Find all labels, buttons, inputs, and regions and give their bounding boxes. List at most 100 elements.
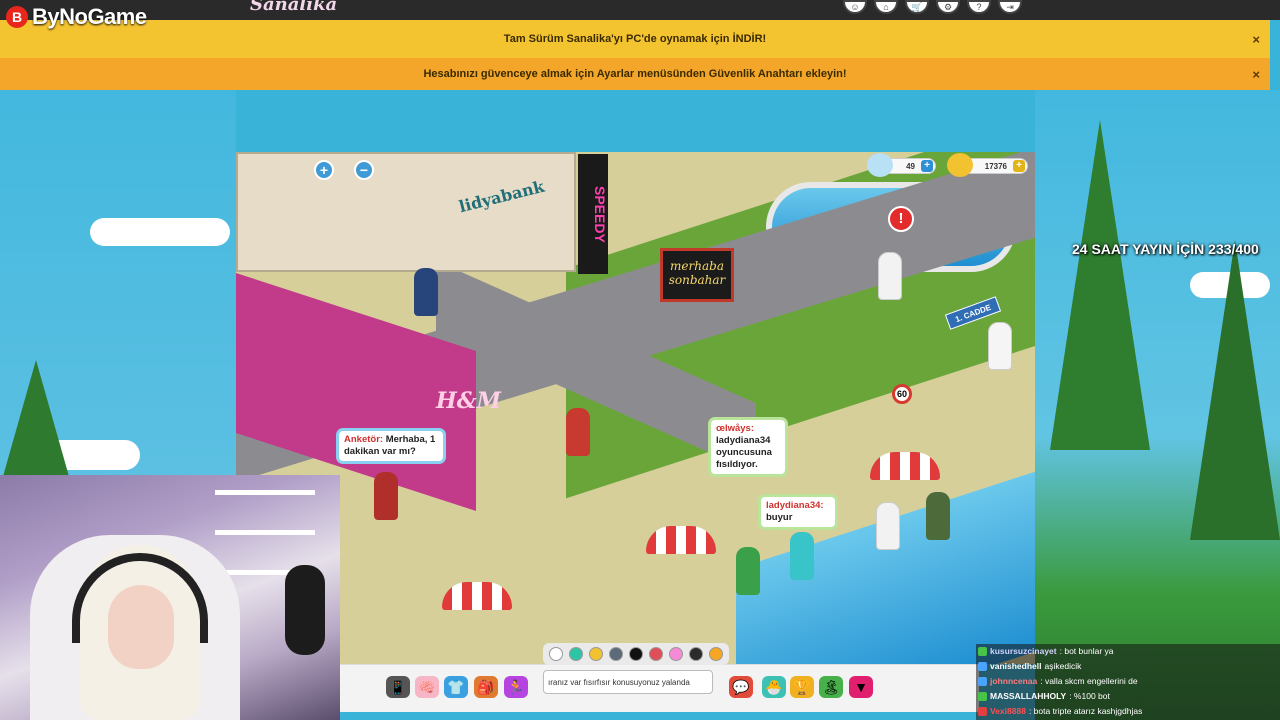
badge-icon bbox=[978, 707, 987, 716]
dance-icon[interactable]: 🏃 bbox=[504, 676, 528, 698]
bank-building bbox=[236, 152, 576, 272]
island-icon[interactable]: 🏝 bbox=[819, 676, 843, 698]
color-swatch[interactable] bbox=[709, 647, 723, 661]
zoom-in-button[interactable]: + bbox=[314, 160, 334, 180]
gear-icon[interactable]: ⚙ bbox=[936, 0, 960, 14]
chat-text: : bot bunlar ya bbox=[1059, 646, 1114, 656]
sea-water bbox=[736, 455, 1035, 664]
avatar-police[interactable] bbox=[414, 268, 438, 316]
avatar-butterfly[interactable] bbox=[926, 492, 950, 540]
speech-text: buyur bbox=[766, 512, 793, 523]
close-icon[interactable]: × bbox=[1252, 32, 1260, 47]
microphone-icon bbox=[285, 565, 325, 655]
home-icon[interactable]: ⌂ bbox=[874, 0, 898, 14]
chat-text: aşikedicik bbox=[1044, 661, 1082, 671]
chat-username: kusursuzcinayet bbox=[990, 646, 1057, 656]
color-swatch[interactable] bbox=[649, 647, 663, 661]
brain-icon[interactable]: 🧠 bbox=[415, 676, 439, 698]
gem-value: 49 bbox=[906, 161, 915, 171]
outfit-icon[interactable]: 👕 bbox=[444, 676, 468, 698]
add-coins-button[interactable]: + bbox=[1013, 160, 1025, 172]
zoom-out-button[interactable]: − bbox=[354, 160, 374, 180]
chat-username: vanishedhell bbox=[990, 661, 1042, 671]
whisper-speech-bubble: œlwåys: ladydiana34 oyuncusuna fısıldıyo… bbox=[708, 417, 788, 477]
avatar-anketor[interactable] bbox=[374, 472, 398, 520]
speaker-name: œlwåys: bbox=[716, 423, 755, 434]
color-swatch[interactable] bbox=[669, 647, 683, 661]
coin-icon bbox=[947, 153, 973, 177]
chat-username: MASSALLAHHOLY bbox=[990, 691, 1067, 701]
game-viewport[interactable]: lidyabank SPEEDY merhaba sonbahar H&M + … bbox=[236, 152, 1035, 664]
avatar-player[interactable] bbox=[566, 408, 590, 456]
close-icon[interactable]: × bbox=[1252, 67, 1260, 82]
beach-umbrella bbox=[646, 526, 716, 554]
coin-counter: 17376 + bbox=[947, 153, 1028, 177]
chat-text: : valla skcm engellerini de bbox=[1040, 676, 1138, 686]
top-icon-bar: ☺ ⌂ 🛒 ⚙ ? ⇥ bbox=[843, 0, 1022, 14]
cart-icon[interactable]: 🛒 bbox=[905, 0, 929, 14]
coin-value: 17376 bbox=[984, 161, 1007, 171]
webcam-shelf bbox=[215, 490, 315, 495]
add-gems-button[interactable]: + bbox=[921, 160, 933, 172]
security-banner-text: Hesabınızı güvenceye almak için Ayarlar … bbox=[423, 68, 847, 80]
autumn-sign: merhaba sonbahar bbox=[660, 248, 734, 302]
stream-chat: kusursuzcinayet : bot bunlar ya vanished… bbox=[976, 644, 1280, 720]
pet-icon[interactable]: 🐣 bbox=[762, 676, 786, 698]
lady-speech-bubble: ladydiana34: buyur bbox=[758, 494, 838, 530]
help-icon[interactable]: ? bbox=[967, 0, 991, 14]
pine-tree bbox=[1050, 120, 1150, 450]
chat-bubble-icon[interactable]: 💬 bbox=[729, 676, 753, 698]
chat-message: vanishedhell aşikedicik bbox=[976, 659, 1280, 674]
beach-umbrella bbox=[870, 452, 940, 480]
beach-umbrella bbox=[442, 582, 512, 610]
streamer-webcam bbox=[0, 475, 340, 720]
phone-icon[interactable]: 📱 bbox=[386, 676, 410, 698]
avatar-red-hair[interactable] bbox=[988, 322, 1012, 370]
trophy-icon[interactable]: 🏆 bbox=[790, 676, 814, 698]
chat-text: : %100 bot bbox=[1069, 691, 1110, 701]
bynogame-logo: B ByNoGame bbox=[6, 4, 147, 30]
color-swatch[interactable] bbox=[549, 647, 563, 661]
chat-text: : bota tripte atarız kashjgdhjas bbox=[1028, 706, 1143, 716]
alert-icon[interactable]: ! bbox=[888, 206, 914, 232]
color-swatch[interactable] bbox=[609, 647, 623, 661]
avatar-ladydiana34[interactable] bbox=[790, 532, 814, 580]
chat-username: johnncenaa bbox=[990, 676, 1038, 686]
cloud bbox=[90, 218, 230, 246]
menu-triangle-icon[interactable]: ▼ bbox=[849, 676, 873, 698]
color-swatch[interactable] bbox=[689, 647, 703, 661]
chat-message: MASSALLAHHOLY : %100 bot bbox=[976, 689, 1280, 704]
profile-icon[interactable]: ☺ bbox=[843, 0, 867, 14]
bynogame-logo-mark: B bbox=[6, 6, 28, 28]
chat-message: Vexi8888 : bota tripte atarız kashjgdhja… bbox=[976, 704, 1280, 719]
color-swatch[interactable] bbox=[629, 647, 643, 661]
anketor-speech-bubble: Anketör: Merhaba, 1 dakikan var mı? bbox=[336, 428, 446, 464]
chat-input[interactable] bbox=[543, 670, 713, 694]
chat-color-picker bbox=[543, 643, 729, 665]
badge-icon bbox=[978, 662, 987, 671]
gem-counter: 49 + bbox=[867, 153, 936, 177]
hm-sign: H&M bbox=[436, 388, 502, 414]
color-swatch[interactable] bbox=[569, 647, 583, 661]
avatar-wizard[interactable] bbox=[878, 252, 902, 300]
color-swatch[interactable] bbox=[589, 647, 603, 661]
bynogame-logo-text: ByNoGame bbox=[32, 4, 147, 29]
speed-limit-sign: 60 bbox=[892, 384, 912, 404]
pine-tree bbox=[2, 360, 70, 480]
avatar-beach[interactable] bbox=[736, 547, 760, 595]
speech-text: ladydiana34 oyuncusuna fısıldıyor. bbox=[716, 435, 772, 470]
diamond-icon bbox=[867, 153, 893, 177]
speaker-name: Anketör: bbox=[344, 434, 384, 445]
pine-tree bbox=[1190, 240, 1280, 540]
speedy-sign: SPEEDY bbox=[578, 154, 608, 274]
chat-username: Vexi8888 bbox=[990, 706, 1026, 716]
badge-icon bbox=[978, 692, 987, 701]
badge-icon bbox=[978, 647, 987, 656]
download-banner[interactable]: Tam Sürüm Sanalika'yı PC'de oynamak için… bbox=[0, 20, 1270, 58]
download-banner-text[interactable]: Tam Sürüm Sanalika'yı PC'de oynamak için… bbox=[504, 33, 766, 45]
exit-icon[interactable]: ⇥ bbox=[998, 0, 1022, 14]
avatar-bunny[interactable] bbox=[876, 502, 900, 550]
sanalika-logo: Sanalika bbox=[250, 0, 338, 15]
badge-icon bbox=[978, 677, 987, 686]
backpack-icon[interactable]: 🎒 bbox=[474, 676, 498, 698]
